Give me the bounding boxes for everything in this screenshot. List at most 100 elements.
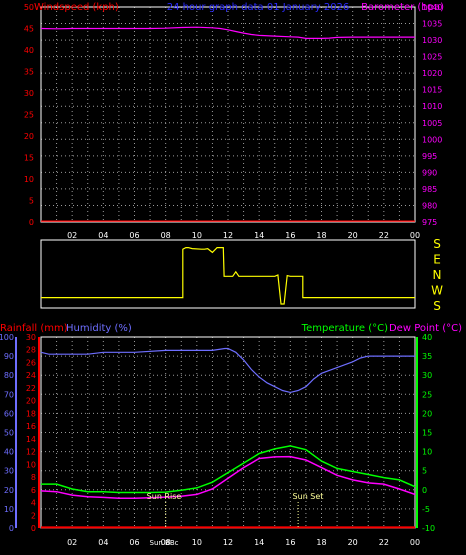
- x-tick-label: 14: [254, 538, 264, 547]
- barometer-tick-label: 995: [422, 152, 437, 161]
- humidity-tick-label: 10: [4, 505, 14, 514]
- x-tick-label: 16: [285, 231, 295, 240]
- temperature-tick-label: 20: [422, 409, 432, 418]
- rainfall-tick-label: 10: [26, 460, 36, 469]
- rainfall-tick-label: 8: [31, 473, 36, 482]
- x-tick-label: 04: [98, 231, 108, 240]
- temperature-tick-label: 25: [422, 390, 432, 399]
- direction-label: N: [433, 268, 442, 282]
- windspeed-tick-label: 50: [24, 3, 34, 12]
- rainfall-tick-label: 4: [31, 499, 36, 508]
- barometer-tick-label: 1040: [422, 3, 442, 12]
- barometer-tick-label: 1010: [422, 102, 442, 111]
- barometer-tick-label: 1000: [422, 135, 442, 144]
- temperature-tick-label: 40: [422, 333, 432, 342]
- temperature-tick-label: -5: [422, 505, 430, 514]
- humidity-tick-label: 50: [4, 429, 14, 438]
- windspeed-tick-label: 25: [24, 111, 34, 120]
- barometer-tick-label: 1030: [422, 36, 442, 45]
- rainfall-tick-label: 22: [26, 384, 36, 393]
- barometer-tick-label: 990: [422, 168, 437, 177]
- rainfall-tick-label: 24: [26, 371, 36, 380]
- humidity-tick-label: 90: [4, 352, 14, 361]
- temperature-tick-label: 5: [422, 467, 427, 476]
- humidity-tick-label: 80: [4, 371, 14, 380]
- windspeed-tick-label: 0: [29, 218, 34, 227]
- rainfall-tick-label: 28: [26, 346, 36, 355]
- rainfall-tick-label: 14: [26, 435, 36, 444]
- barometer-tick-label: 1035: [422, 20, 442, 29]
- rainfall-tick-label: 16: [26, 422, 36, 431]
- temperature-tick-label: 30: [422, 371, 432, 380]
- humidity-tick-label: 20: [4, 486, 14, 495]
- windspeed-tick-label: 35: [24, 68, 34, 77]
- direction-label: W: [431, 284, 443, 298]
- sun-set-label: Sun Set: [293, 492, 324, 501]
- direction-label: E: [433, 253, 441, 267]
- rainfall-tick-label: 6: [31, 486, 36, 495]
- humidity-tick-label: 70: [4, 390, 14, 399]
- x-tick-label: 08: [161, 231, 171, 240]
- chart-title: 24 hour graph data 01 January 2026: [167, 2, 350, 13]
- x-tick-label: 10: [192, 231, 202, 240]
- humidity-tick-label: 40: [4, 448, 14, 457]
- windspeed-tick-label: 40: [24, 46, 34, 55]
- x-tick-label: 00: [410, 231, 420, 240]
- barometer-tick-label: 985: [422, 185, 437, 194]
- barometer-tick-label: 1020: [422, 69, 442, 78]
- windspeed-axis-label: Windspeed (kph): [34, 2, 119, 13]
- rainfall-tick-label: 30: [26, 333, 36, 342]
- x-tick-label: 22: [379, 538, 389, 547]
- x-tick-label: 12: [223, 538, 233, 547]
- temperature-tick-label: 15: [422, 429, 432, 438]
- temperature-tick-label: -10: [422, 524, 435, 533]
- x-tick-label: 04: [98, 538, 108, 547]
- background: [0, 0, 466, 555]
- x-tick-label: 18: [316, 231, 326, 240]
- x-tick-label: 02: [67, 538, 77, 547]
- windspeed-tick-label: 10: [24, 175, 34, 184]
- windspeed-tick-label: 5: [29, 197, 34, 206]
- rainfall-tick-label: 0: [31, 524, 36, 533]
- windspeed-tick-label: 15: [24, 154, 34, 163]
- x-tick-label: 14: [254, 231, 264, 240]
- direction-label: S: [433, 299, 441, 313]
- x-tick-label: 20: [348, 538, 358, 547]
- humidity-tick-label: 100: [0, 333, 14, 342]
- rainfall-tick-label: 2: [31, 511, 36, 520]
- sun-bbc-label: Sun BBc: [150, 539, 179, 547]
- rainfall-tick-label: 18: [26, 409, 36, 418]
- weather-graph: Windspeed (kph) 24 hour graph data 01 Ja…: [0, 0, 466, 555]
- rainfall-tick-label: 12: [26, 448, 36, 457]
- humidity-tick-label: 0: [9, 524, 14, 533]
- x-tick-label: 22: [379, 231, 389, 240]
- barometer-tick-label: 975: [422, 218, 437, 227]
- humidity-tick-label: 30: [4, 467, 14, 476]
- x-tick-label: 16: [285, 538, 295, 547]
- x-tick-label: 06: [129, 538, 139, 547]
- x-tick-label: 00: [410, 538, 420, 547]
- temperature-tick-label: 0: [422, 486, 427, 495]
- temperature-tick-label: 10: [422, 448, 432, 457]
- humidity-axis-label: Humidity (%): [66, 323, 132, 334]
- humidity-tick-label: 60: [4, 409, 14, 418]
- x-tick-label: 12: [223, 231, 233, 240]
- x-tick-label: 18: [316, 538, 326, 547]
- windspeed-tick-label: 30: [24, 89, 34, 98]
- x-tick-label: 02: [67, 231, 77, 240]
- barometer-tick-label: 1025: [422, 53, 442, 62]
- x-tick-label: 20: [348, 231, 358, 240]
- rainfall-tick-label: 26: [26, 358, 36, 367]
- sun-rise-label: Sun Rise: [147, 492, 182, 501]
- rainfall-tick-label: 20: [26, 397, 36, 406]
- windspeed-tick-label: 20: [24, 132, 34, 141]
- temperature-tick-label: 35: [422, 352, 432, 361]
- barometer-tick-label: 980: [422, 201, 437, 210]
- temperature-axis-label: Temperature (°C): [301, 323, 388, 334]
- direction-label: S: [433, 237, 441, 251]
- windspeed-tick-label: 45: [24, 25, 34, 34]
- barometer-tick-label: 1005: [422, 119, 442, 128]
- x-tick-label: 06: [129, 231, 139, 240]
- barometer-tick-label: 1015: [422, 86, 442, 95]
- x-tick-label: 10: [192, 538, 202, 547]
